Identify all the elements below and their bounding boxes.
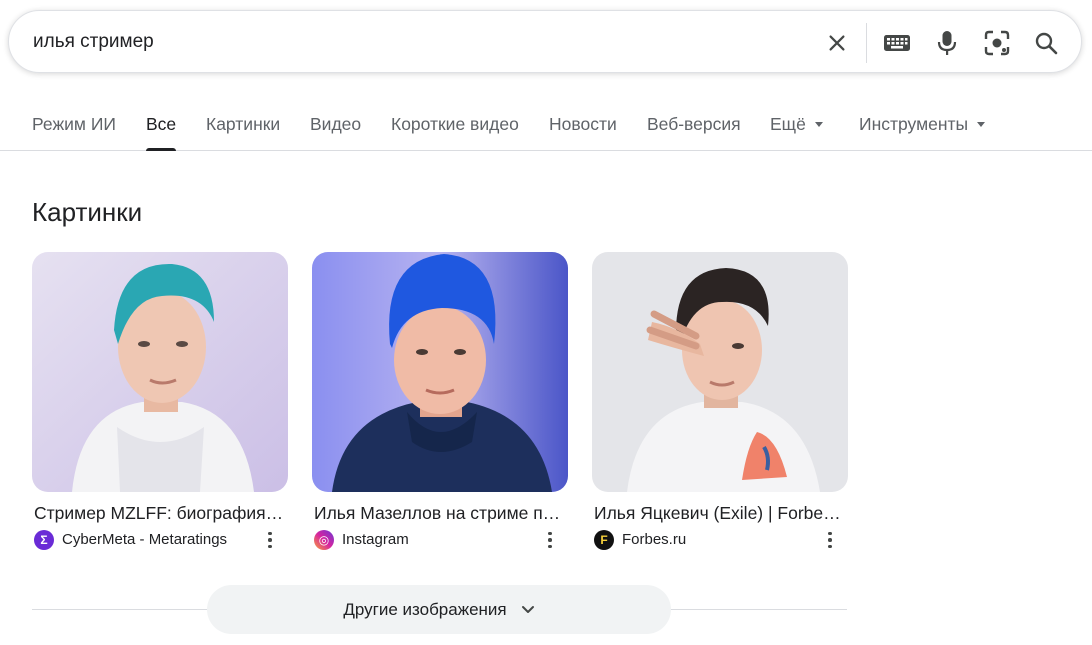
tab-news[interactable]: Новости <box>549 114 617 150</box>
keyboard-button[interactable] <box>879 25 915 61</box>
search-bar <box>8 10 1082 73</box>
search-icon <box>1035 32 1058 55</box>
tab-more-label: Ещё <box>770 114 806 134</box>
tab-tools-label: Инструменты <box>859 114 969 134</box>
more-options-icon[interactable] <box>260 529 280 551</box>
forbes-favicon-icon: F <box>594 530 614 550</box>
clear-button[interactable] <box>819 25 855 61</box>
result-title[interactable]: Илья Яцкевич (Exile) | Forbe… <box>594 503 848 524</box>
tab-tools[interactable]: Инструменты <box>859 114 986 150</box>
cybermeta-favicon-icon: Σ <box>34 530 54 550</box>
instagram-favicon-icon: ◎ <box>314 530 334 550</box>
tab-images[interactable]: Картинки <box>206 114 280 150</box>
tab-web[interactable]: Веб-версия <box>647 114 741 150</box>
close-icon <box>829 35 845 51</box>
result-thumbnail[interactable] <box>312 252 568 492</box>
lens-search-button[interactable] <box>979 25 1015 61</box>
source-name: Instagram <box>342 531 409 548</box>
result-source: F Forbes.ru <box>594 529 848 551</box>
search-input[interactable] <box>33 29 793 55</box>
source-name: Forbes.ru <box>622 531 687 548</box>
more-images-label: Другие изображения <box>343 599 507 619</box>
caret-down-icon <box>977 122 986 127</box>
result-source: ◎ Instagram <box>314 529 568 551</box>
result-thumbnail[interactable] <box>32 252 288 492</box>
more-images-button[interactable]: Другие изображения <box>207 585 671 634</box>
tab-more[interactable]: Ещё <box>770 114 823 150</box>
chevron-down-icon <box>521 605 534 613</box>
tab-ai-mode[interactable]: Режим ИИ <box>32 114 116 150</box>
result-title[interactable]: Стример MZLFF: биография… <box>34 503 288 524</box>
result-title[interactable]: Илья Мазеллов на стриме п… <box>314 503 568 524</box>
image-result-1[interactable]: Стример MZLFF: биография… Σ CyberMeta - … <box>32 252 288 550</box>
voice-search-button[interactable] <box>929 25 965 61</box>
images-section-title: Картинки <box>32 197 143 227</box>
lens-camera-icon <box>984 30 1010 56</box>
caret-down-icon <box>814 122 823 127</box>
result-source: Σ CyberMeta - Metaratings <box>34 529 288 551</box>
source-name: CyberMeta - Metaratings <box>62 531 228 548</box>
search-button[interactable] <box>1028 25 1064 61</box>
search-tabs: Режим ИИ Все Картинки Видео Короткие вид… <box>0 104 1092 151</box>
tab-videos[interactable]: Видео <box>310 114 361 150</box>
keyboard-icon <box>884 35 910 51</box>
more-options-icon[interactable] <box>540 529 560 551</box>
tab-short-videos[interactable]: Короткие видео <box>391 114 519 150</box>
microphone-icon <box>937 31 957 55</box>
image-result-2[interactable]: Илья Мазеллов на стриме п… ◎ Instagram <box>312 252 568 550</box>
result-thumbnail[interactable] <box>592 252 848 492</box>
search-bar-divider <box>866 23 867 63</box>
tab-all[interactable]: Все <box>146 114 177 151</box>
image-result-3[interactable]: Илья Яцкевич (Exile) | Forbe… F Forbes.r… <box>592 252 848 550</box>
more-options-icon[interactable] <box>820 529 840 551</box>
